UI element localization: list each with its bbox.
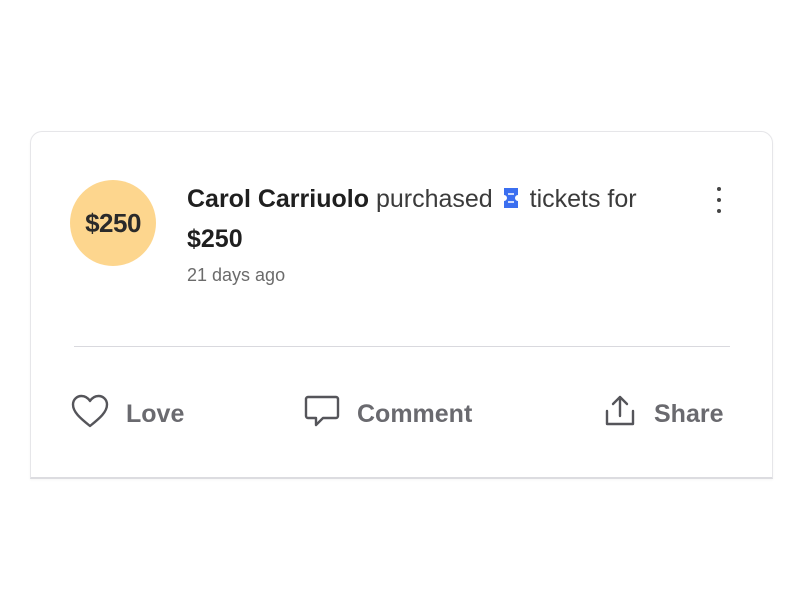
comment-icon: [303, 393, 341, 436]
purchase-amount: $250: [187, 225, 243, 253]
heart-icon: [70, 393, 110, 436]
more-vertical-icon-dot: [717, 209, 721, 213]
comment-label: Comment: [357, 399, 473, 428]
activity-object: tickets for: [529, 185, 637, 213]
action-verb: purchased: [375, 185, 493, 213]
love-button[interactable]: Love: [70, 394, 184, 434]
avatar-text: $250: [85, 207, 141, 238]
more-options-button[interactable]: [709, 184, 729, 216]
more-vertical-icon: [717, 187, 721, 191]
comment-button[interactable]: Comment: [303, 394, 472, 434]
more-vertical-icon-dot: [717, 198, 721, 202]
divider: [74, 346, 730, 347]
avatar[interactable]: $250: [70, 180, 156, 266]
share-label: Share: [654, 399, 724, 428]
share-icon: [602, 393, 638, 436]
ticket-icon: [502, 182, 520, 220]
activity-headline: Carol Carriuolo purchased tickets for $2…: [187, 180, 707, 258]
love-label: Love: [126, 399, 185, 428]
author-name[interactable]: Carol Carriuolo: [187, 185, 369, 213]
timestamp: 21 days ago: [187, 265, 286, 285]
share-button[interactable]: Share: [602, 394, 723, 434]
activity-card: $250 Carol Carriuolo purchased tickets f…: [30, 131, 773, 479]
